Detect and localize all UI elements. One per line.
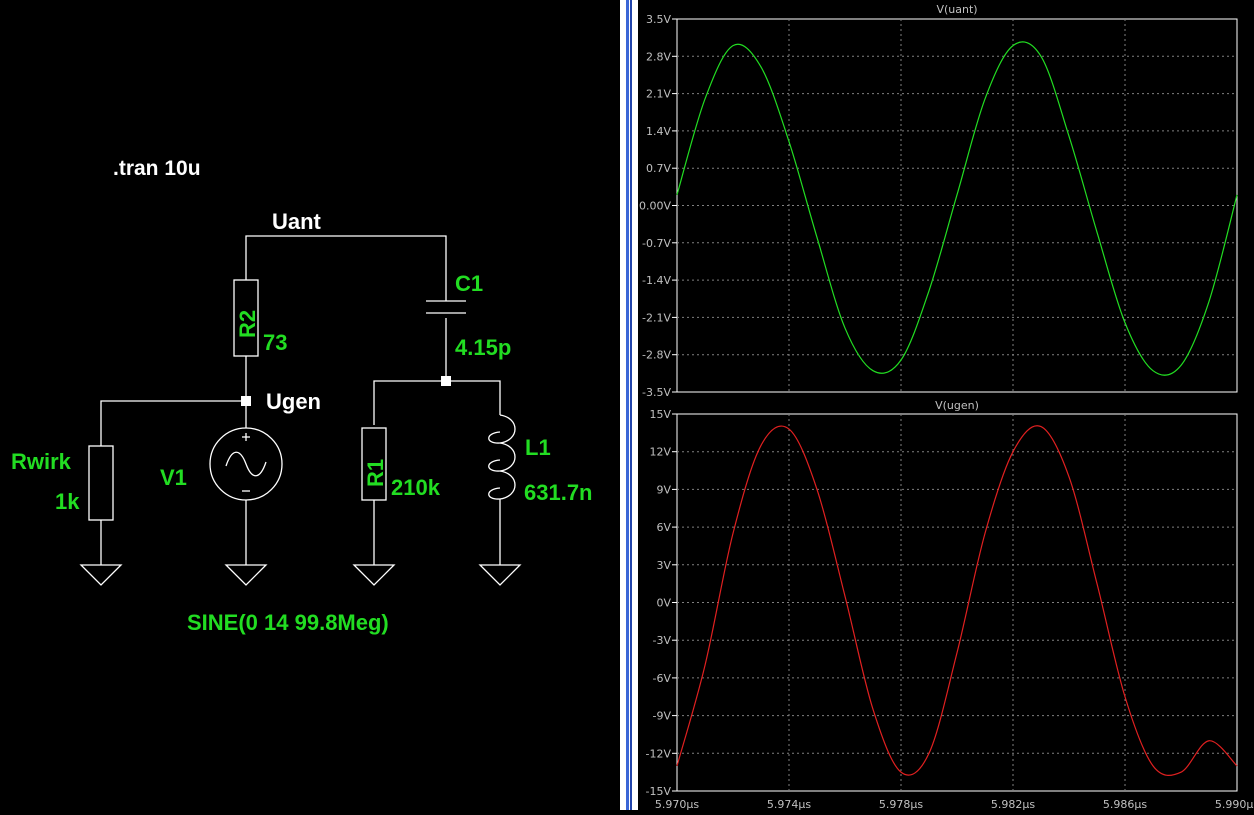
- y-tick-label: -9V: [653, 710, 672, 723]
- schematic-drawing[interactable]: .tran 10u R2 73 C1 4.15p R1 210k: [0, 0, 620, 810]
- pane-splitter[interactable]: [620, 0, 638, 810]
- plot-pane-ugen[interactable]: V(ugen) 15V12V9V6V3V0V-3V-6V-9V-12V-15V5…: [646, 399, 1254, 810]
- x-tick-label: 5.982µs: [991, 798, 1035, 810]
- r1-value-label: 210k: [391, 475, 441, 500]
- v1-voltage-source[interactable]: [210, 428, 282, 500]
- y-tick-label: 0.7V: [646, 162, 671, 175]
- y-tick-label: 15V: [649, 408, 671, 421]
- rwirk-ref-label: Rwirk: [11, 449, 72, 474]
- y-tick-label: -12V: [646, 747, 672, 760]
- r2-ref-label: R2: [235, 310, 260, 338]
- l1-ref-label: L1: [525, 435, 551, 460]
- y-tick-label: 3.5V: [646, 13, 671, 26]
- rwirk-value-label: 1k: [55, 489, 80, 514]
- trace-label-uant[interactable]: V(uant): [936, 3, 977, 16]
- y-tick-label: 12V: [649, 446, 671, 459]
- y-tick-label: -3.5V: [642, 386, 671, 399]
- l1-value-label: 631.7n: [524, 480, 593, 505]
- trace-line-uant[interactable]: [677, 42, 1237, 375]
- trace-line-ugen[interactable]: [677, 426, 1237, 776]
- y-tick-label: -3V: [653, 634, 672, 647]
- x-tick-label: 5.986µs: [1103, 798, 1147, 810]
- r2-value-label: 73: [263, 330, 287, 355]
- schematic-canvas[interactable]: .tran 10u R2 73 C1 4.15p R1 210k: [0, 0, 620, 810]
- x-tick-label: 5.990µs: [1215, 798, 1254, 810]
- ground-icon: [226, 565, 266, 585]
- tran-directive[interactable]: .tran 10u: [113, 157, 201, 180]
- ground-icon: [81, 565, 121, 585]
- junction-dot: [241, 396, 251, 406]
- y-tick-label: -15V: [646, 785, 672, 798]
- y-tick-label: 0V: [656, 597, 671, 610]
- y-tick-label: -1.4V: [642, 274, 671, 287]
- x-tick-label: 5.970µs: [655, 798, 699, 810]
- plot-pane-uant[interactable]: V(uant) 3.5V 2.8V 2.1V 1.4V 0.7V 0.00V -0.7V -1…: [639, 3, 1237, 399]
- y-tick-label: -2.8V: [642, 349, 671, 362]
- v1-ref-label: V1: [160, 465, 187, 490]
- plot-frame: [677, 19, 1237, 392]
- c1-ref-label: C1: [455, 271, 483, 296]
- net-label-uant[interactable]: Uant: [272, 209, 322, 234]
- trace-label-ugen[interactable]: V(ugen): [935, 399, 979, 412]
- y-tick-label: 2.8V: [646, 50, 671, 63]
- l1-inductor[interactable]: [489, 415, 515, 510]
- y-tick-label: -0.7V: [642, 237, 671, 250]
- junction-dot: [441, 376, 451, 386]
- y-tick-label: -6V: [653, 672, 672, 685]
- c1-capacitor[interactable]: [426, 300, 466, 313]
- net-label-ugen[interactable]: Ugen: [266, 389, 321, 414]
- y-tick-label: 1.4V: [646, 125, 671, 138]
- y-tick-label: 0.00V: [639, 200, 671, 213]
- y-tick-label: 6V: [656, 521, 671, 534]
- r1-ref-label: R1: [363, 459, 388, 487]
- y-tick-label: -2.1V: [642, 311, 671, 324]
- y-tick-label: 9V: [656, 483, 671, 496]
- plot-frame: [677, 414, 1237, 791]
- ground-symbols: [81, 565, 520, 585]
- v1-value-label: SINE(0 14 99.8Meg): [187, 610, 389, 635]
- ground-icon: [354, 565, 394, 585]
- ground-icon: [480, 565, 520, 585]
- c1-value-label: 4.15p: [455, 335, 511, 360]
- y-tick-label: 2.1V: [646, 88, 671, 101]
- x-tick-label: 5.978µs: [879, 798, 923, 810]
- rwirk-resistor[interactable]: [89, 446, 113, 520]
- x-tick-label: 5.974µs: [767, 798, 811, 810]
- y-tick-label: 3V: [656, 559, 671, 572]
